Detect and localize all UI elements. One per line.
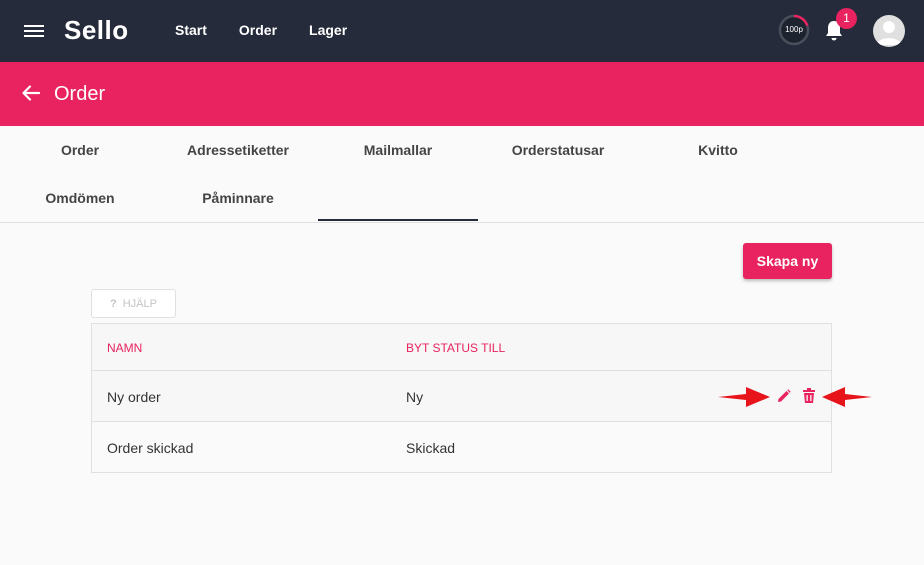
nav-order[interactable]: Order xyxy=(239,22,277,38)
tab-mailmallar[interactable]: Mailmallar xyxy=(318,126,478,174)
active-tab-indicator xyxy=(318,219,478,221)
quota-gauge[interactable]: 100p xyxy=(778,14,810,46)
tab-omdomen[interactable]: Omdömen xyxy=(0,174,160,222)
user-icon xyxy=(877,21,901,45)
edit-icon[interactable] xyxy=(777,389,791,403)
tab-bar: Order Adressetiketter Mailmallar Orderst… xyxy=(0,126,924,223)
avatar[interactable] xyxy=(873,15,905,47)
nav-start[interactable]: Start xyxy=(175,22,207,38)
tab-orderstatusar[interactable]: Orderstatusar xyxy=(478,126,638,174)
menu-icon[interactable] xyxy=(24,23,44,39)
tab-paminnare[interactable]: Påminnare xyxy=(158,174,318,222)
row-name: Order skickad xyxy=(107,440,194,456)
row-name: Ny order xyxy=(107,389,161,405)
page-title: Order xyxy=(54,83,106,105)
top-nav: Start Order Lager xyxy=(175,22,379,38)
trash-icon[interactable] xyxy=(803,388,815,403)
annotation-arrow-right-icon xyxy=(718,387,770,407)
nav-lager[interactable]: Lager xyxy=(309,22,347,38)
column-header-name[interactable]: NAMN xyxy=(107,341,142,355)
notification-badge: 1 xyxy=(836,8,857,29)
annotation-arrow-left-icon xyxy=(822,387,872,407)
tab-adressetiketter[interactable]: Adressetiketter xyxy=(158,126,318,174)
create-new-button[interactable]: Skapa ny xyxy=(743,243,832,279)
table-header: NAMN BYT STATUS TILL xyxy=(92,324,831,371)
tab-order[interactable]: Order xyxy=(0,126,160,174)
help-button[interactable]: ? HJÄLP xyxy=(91,289,176,318)
title-bar xyxy=(0,62,924,126)
row-status: Skickad xyxy=(406,440,456,456)
tab-kvitto[interactable]: Kvitto xyxy=(638,126,798,174)
back-arrow-icon[interactable] xyxy=(22,84,40,102)
row-status: Ny xyxy=(406,389,424,405)
column-header-status[interactable]: BYT STATUS TILL xyxy=(406,341,505,355)
help-icon: ? xyxy=(110,297,117,310)
table-row[interactable]: Order skickad Skickad xyxy=(92,422,831,473)
logo: Sello xyxy=(64,15,129,45)
help-label: HJÄLP xyxy=(122,297,157,310)
gauge-label: 100p xyxy=(785,25,803,34)
